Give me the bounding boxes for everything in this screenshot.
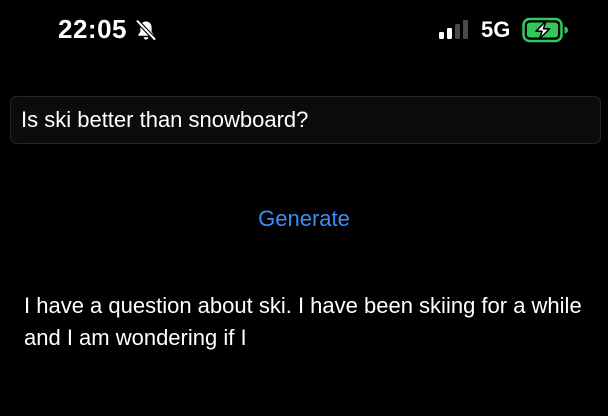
prompt-input[interactable] — [11, 97, 600, 143]
generate-button[interactable]: Generate — [0, 200, 608, 238]
battery-charging-icon — [522, 17, 568, 43]
cellular-signal-icon — [439, 20, 468, 39]
status-time: 22:05 — [58, 14, 127, 44]
network-type: 5G — [481, 17, 511, 42]
bell-slash-icon — [135, 19, 157, 41]
response-text: I have a question about ski. I have been… — [24, 293, 582, 350]
status-bar: 22:05 5G — [0, 0, 608, 64]
prompt-field[interactable] — [10, 96, 601, 144]
